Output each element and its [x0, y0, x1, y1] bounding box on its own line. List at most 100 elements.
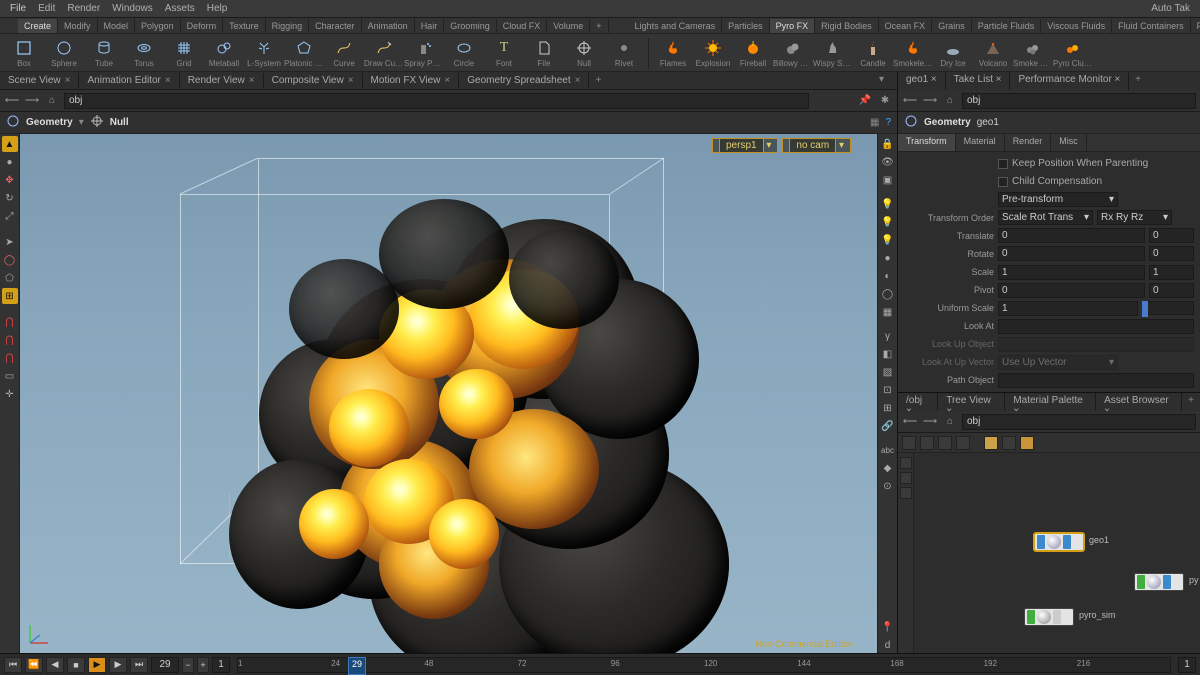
prev-key-button[interactable]: ⏪ [25, 657, 43, 673]
plane-icon[interactable]: ▭ [2, 368, 18, 384]
shelf-tab-pfluids[interactable]: Particle Fluids [972, 19, 1042, 33]
tool-platonic[interactable]: Platonic Sol... [284, 38, 324, 68]
tool-rivet[interactable]: Rivet [604, 38, 644, 68]
nav-home2-icon[interactable]: ⌂ [942, 93, 958, 109]
magnet2-icon[interactable]: ⋂ [2, 332, 18, 348]
shelf-tab-viscous[interactable]: Viscous Fluids [1041, 19, 1112, 33]
node-py[interactable] [1134, 573, 1184, 591]
bg-icon[interactable]: ▨ [880, 364, 896, 380]
tool-grid[interactable]: Grid [164, 38, 204, 68]
geo-name[interactable]: geo1 [977, 117, 999, 128]
tool-drawcurve[interactable]: Draw Curve [364, 38, 404, 68]
tool-metaball[interactable]: Metaball [204, 38, 244, 68]
nav-fwd-icon[interactable]: ⟶ [24, 93, 40, 109]
tab-render[interactable]: Render [1005, 134, 1052, 151]
tab-add-right[interactable]: + [1129, 72, 1147, 90]
rx-field[interactable] [998, 246, 1145, 261]
pin-icon[interactable]: 📌 [857, 93, 873, 109]
pathobj-field[interactable] [998, 373, 1194, 388]
shade4-icon[interactable]: ▦ [880, 304, 896, 320]
tool-smokeless[interactable]: Smokeless... [893, 38, 933, 68]
bulb1-icon[interactable]: 💡 [880, 196, 896, 212]
childcomp-check[interactable] [998, 177, 1008, 187]
link-icon[interactable]: 🔗 [880, 418, 896, 434]
shelf-tab-populate[interactable]: Populate Containers [1191, 19, 1200, 33]
tool-dryice[interactable]: Dry Ice [933, 38, 973, 68]
select-tool-icon[interactable]: ▲ [2, 136, 18, 152]
tab-matpalette[interactable]: Material Palette × [1005, 393, 1096, 411]
shelf-tab-modify[interactable]: Modify [58, 19, 98, 33]
playhead[interactable]: 29 [348, 657, 366, 675]
tool-tube[interactable]: Tube [84, 38, 124, 68]
tab-add[interactable]: + [589, 73, 607, 88]
lookupobj-field[interactable] [998, 337, 1194, 352]
tab-motionfx[interactable]: Motion FX View× [363, 73, 460, 88]
px-field[interactable] [998, 283, 1145, 298]
tool-circle[interactable]: Circle [444, 38, 484, 68]
tool-fireball[interactable]: Fireball [733, 38, 773, 68]
shelf-tab-rigging[interactable]: Rigging [266, 19, 310, 33]
lookupvec-dropdown[interactable]: Use Up Vector▾ [998, 355, 1118, 370]
shelf-tab-hair[interactable]: Hair [415, 19, 445, 33]
tool-flames[interactable]: Flames [653, 38, 693, 68]
rotate-tool-icon[interactable]: ↻ [2, 190, 18, 206]
start-frame-field[interactable] [212, 657, 230, 673]
layout-icon[interactable]: ▦ [870, 117, 879, 128]
stop-button[interactable]: ■ [67, 657, 85, 673]
shade2-icon[interactable]: ◐ [880, 268, 896, 284]
shelf-tab-add[interactable]: + [590, 19, 608, 33]
tool-wispy[interactable]: Wispy Smoke [813, 38, 853, 68]
path-field[interactable]: obj [64, 93, 809, 109]
sx-field[interactable] [998, 265, 1145, 280]
tab-perfmon[interactable]: Performance Monitor × [1010, 72, 1129, 90]
shelf-tab-volume[interactable]: Volume [547, 19, 590, 33]
tab-composite[interactable]: Composite View× [264, 73, 363, 88]
play-button[interactable]: ▶ [88, 657, 106, 673]
dopt-icon[interactable]: d [880, 637, 896, 653]
shelf-tab-pyrofx[interactable]: Pyro FX [770, 19, 816, 33]
tx-field[interactable] [998, 228, 1145, 243]
first-frame-button[interactable]: ⏮ [4, 657, 22, 673]
shelf-tab-animation[interactable]: Animation [362, 19, 415, 33]
bulb2-icon[interactable]: 💡 [880, 214, 896, 230]
shelf-tab-character[interactable]: Character [309, 19, 362, 33]
lasso-icon[interactable]: ◯ [2, 252, 18, 268]
net-tool3-icon[interactable] [900, 487, 912, 499]
next-frame-button[interactable]: ▶ [109, 657, 127, 673]
menu-render[interactable]: Render [61, 1, 106, 16]
param-path-field[interactable]: obj [962, 93, 1196, 109]
net-tool1-icon[interactable] [900, 457, 912, 469]
shelf-tab-fcontainers[interactable]: Fluid Containers [1112, 19, 1191, 33]
tool-sphere[interactable]: Sphere [44, 38, 84, 68]
shelf-tab-rigid[interactable]: Rigid Bodies [815, 19, 879, 33]
handle-icon[interactable]: ⊞ [2, 288, 18, 304]
tool-lsystem[interactable]: L-System [244, 38, 284, 68]
scale-tool-icon[interactable]: ⤢ [2, 208, 18, 224]
tool-null[interactable]: Null [564, 38, 604, 68]
wire-icon[interactable]: ⊡ [880, 382, 896, 398]
brush-tool-icon[interactable]: ● [2, 154, 18, 170]
net-list-icon[interactable] [902, 436, 916, 450]
poly-icon[interactable]: ⬠ [2, 270, 18, 286]
tool-pyroclus[interactable]: Pyro Cluster [1053, 38, 1093, 68]
shade1-icon[interactable]: ● [880, 250, 896, 266]
menu-file[interactable]: File [4, 1, 32, 16]
nav-home-icon[interactable]: ⌂ [44, 93, 60, 109]
node-geo1[interactable] [1034, 533, 1084, 551]
keep-pos-check[interactable] [998, 159, 1008, 169]
tab-add-net[interactable]: + [1182, 393, 1200, 411]
nav-back2-icon[interactable]: ⟵ [902, 93, 918, 109]
frame-field[interactable] [151, 657, 179, 673]
tool-billowy[interactable]: Billowy Sm... [773, 38, 813, 68]
shelf-tab-model[interactable]: Model [98, 19, 136, 33]
tool-spraypaint[interactable]: Spray Paint [404, 38, 444, 68]
ortho-icon[interactable]: ⊞ [880, 400, 896, 416]
tool-box[interactable]: Box [4, 38, 44, 68]
network-view[interactable]: geo1 py pyro_sim [914, 453, 1200, 653]
tool-volcano[interactable]: Volcano [973, 38, 1013, 68]
color-icon[interactable]: ◧ [880, 346, 896, 362]
help-icon[interactable]: ? [885, 117, 891, 128]
eye-icon[interactable]: 👁 [880, 154, 896, 170]
display-icon[interactable]: ▣ [880, 172, 896, 188]
menu-edit[interactable]: Edit [32, 1, 61, 16]
